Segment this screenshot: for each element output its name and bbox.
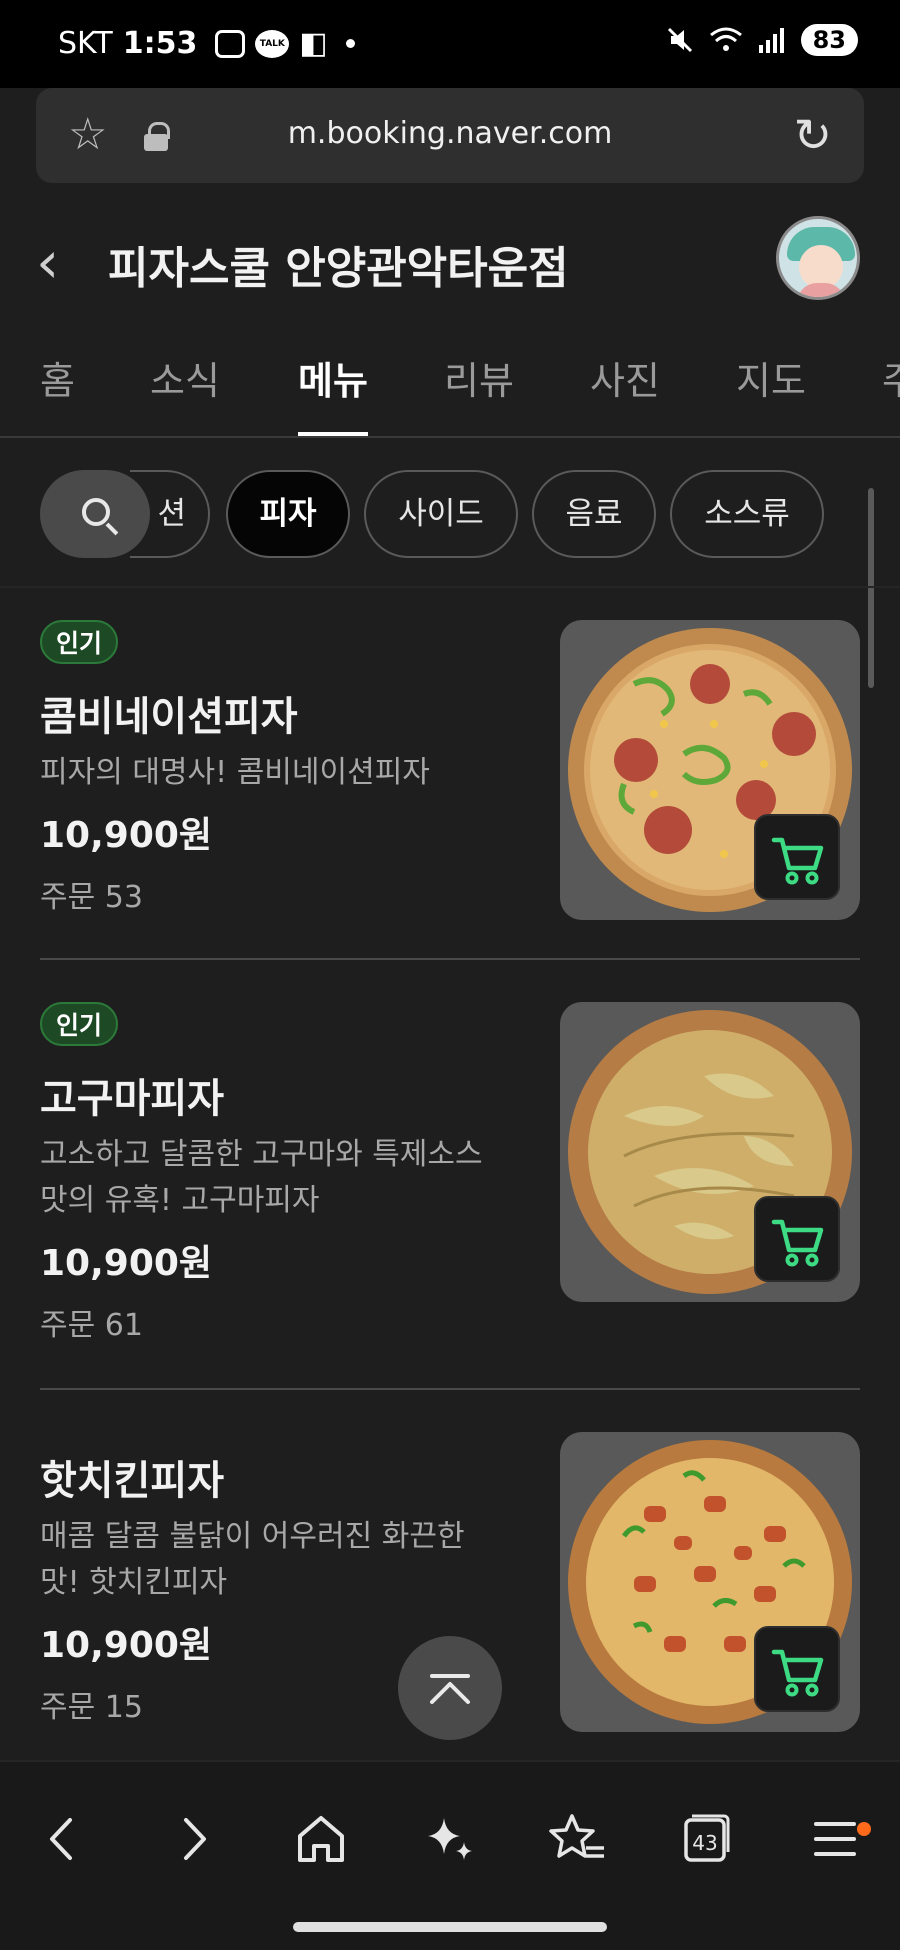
back-arrow-icon[interactable]: ‹: [36, 232, 59, 292]
menu-item-price: 10,900원: [40, 1243, 213, 1284]
menu-item-description: 피자의 대명사! 콤비네이션피자: [40, 750, 520, 796]
menu-item-orders: 주문 61: [40, 1308, 143, 1343]
back-icon[interactable]: [28, 1804, 98, 1874]
page-header: ‹ 피자스쿨 안양관악타운점: [0, 192, 900, 322]
forward-icon[interactable]: [158, 1804, 228, 1874]
tab-more[interactable]: 주: [882, 350, 900, 405]
avatar-body: [797, 283, 845, 297]
reload-icon[interactable]: ↻: [793, 108, 832, 162]
gesture-home-bar[interactable]: [293, 1922, 607, 1932]
more-notifications-dot: [345, 39, 355, 48]
clock: 1:53: [122, 26, 198, 61]
item-divider: [40, 958, 860, 960]
cart-icon: [771, 1649, 824, 1697]
menu-item[interactable]: 인기 고구마피자 고소하고 달콤한 고구마와 특제소스 맛의 유혹! 고구마피자…: [40, 1002, 860, 1343]
kakaotalk-icon: TALK: [255, 29, 290, 58]
notification-icon: ◧: [299, 26, 328, 61]
status-bar: SKT 1:53 TALK ◧ 83: [0, 0, 900, 88]
menu-item-description: 매콤 달콤 불닭이 어우러진 화끈한 맛! 핫치킨피자: [40, 1514, 520, 1606]
menu-item-description: 고소하고 달콤한 고구마와 특제소스 맛의 유혹! 고구마피자: [40, 1132, 520, 1224]
carrier-label: SKT: [58, 26, 113, 61]
mute-icon: [667, 27, 692, 53]
tabs-button[interactable]: 43: [670, 1804, 740, 1874]
section-tabs: 홈 소식 메뉴 리뷰 사진 지도 주: [0, 330, 900, 438]
search-icon: [82, 498, 110, 526]
signal-icon: [758, 28, 784, 53]
item-divider: [40, 1388, 860, 1390]
category-chips: 션 피자 사이드 음료 소스류: [0, 470, 900, 562]
chip-side[interactable]: 사이드: [364, 470, 518, 558]
sparkle-icon[interactable]: [414, 1804, 484, 1874]
description-line: 맛의 유혹! 고구마피자: [40, 1183, 320, 1218]
scroll-to-top-button[interactable]: [398, 1636, 502, 1740]
chevron-up-icon: [430, 1674, 470, 1704]
combination-pizza-image[interactable]: [560, 620, 860, 920]
divider: [0, 586, 900, 588]
menu-item-orders: 주문 15: [40, 1690, 143, 1725]
page-title: 피자스쿨 안양관악타운점: [108, 243, 569, 294]
menu-item-name: 고구마피자: [40, 1076, 224, 1122]
notification-dot: [857, 1822, 871, 1836]
search-icon-handle: [105, 522, 119, 536]
tab-home[interactable]: 홈: [40, 350, 75, 405]
description-line: 피자의 대명사! 콤비네이션피자: [40, 755, 430, 790]
sweet-potato-pizza-image[interactable]: [560, 1002, 860, 1302]
description-line: 고소하고 달콤한 고구마와 특제소스: [40, 1137, 483, 1172]
tabs-count: 43: [692, 1831, 718, 1855]
home-icon[interactable]: [286, 1804, 356, 1874]
battery-indicator: 83: [800, 24, 858, 56]
add-to-cart-button[interactable]: [754, 814, 840, 900]
menu-search-button[interactable]: [40, 470, 150, 558]
bookmarks-icon[interactable]: [542, 1804, 612, 1874]
tab-reviews[interactable]: 리뷰: [444, 350, 514, 405]
tab-news[interactable]: 소식: [150, 350, 220, 405]
menu-item[interactable]: 인기 콤비네이션피자 피자의 대명사! 콤비네이션피자 10,900원 주문 5…: [40, 620, 860, 920]
tab-photos[interactable]: 사진: [590, 350, 660, 405]
menu-item-orders: 주문 53: [40, 880, 143, 915]
cart-icon: [771, 837, 824, 885]
popular-badge: 인기: [40, 620, 119, 664]
menu-item-price: 10,900원: [40, 1625, 213, 1666]
avatar[interactable]: [776, 216, 860, 300]
wifi-icon: [709, 27, 742, 51]
menu-item-price: 10,900원: [40, 815, 213, 856]
tab-menu[interactable]: 메뉴: [298, 350, 368, 405]
description-line: 맛! 핫치킨피자: [40, 1565, 228, 1600]
chip-drink[interactable]: 음료: [532, 470, 656, 558]
add-to-cart-button[interactable]: [754, 1626, 840, 1712]
description-line: 매콤 달콤 불닭이 어우러진 화끈한: [40, 1519, 465, 1554]
screenshot-icon: [215, 29, 246, 58]
hot-chicken-pizza-image[interactable]: [560, 1432, 860, 1732]
popular-badge: 인기: [40, 1002, 119, 1046]
menu-icon[interactable]: [800, 1804, 870, 1874]
menu-item-name: 핫치킨피자: [40, 1458, 224, 1504]
add-to-cart-button[interactable]: [754, 1196, 840, 1282]
chip-sauce[interactable]: 소스류: [670, 470, 824, 558]
cart-icon: [771, 1219, 824, 1267]
tab-map[interactable]: 지도: [736, 350, 806, 405]
menu-item-name: 콤비네이션피자: [40, 694, 298, 740]
scrollbar[interactable]: [868, 488, 874, 688]
active-tab-indicator: [298, 432, 368, 436]
address-bar[interactable]: ☆ m.booking.naver.com ↻: [36, 88, 864, 183]
chip-pizza[interactable]: 피자: [226, 470, 350, 558]
url-text[interactable]: m.booking.naver.com: [36, 116, 864, 151]
